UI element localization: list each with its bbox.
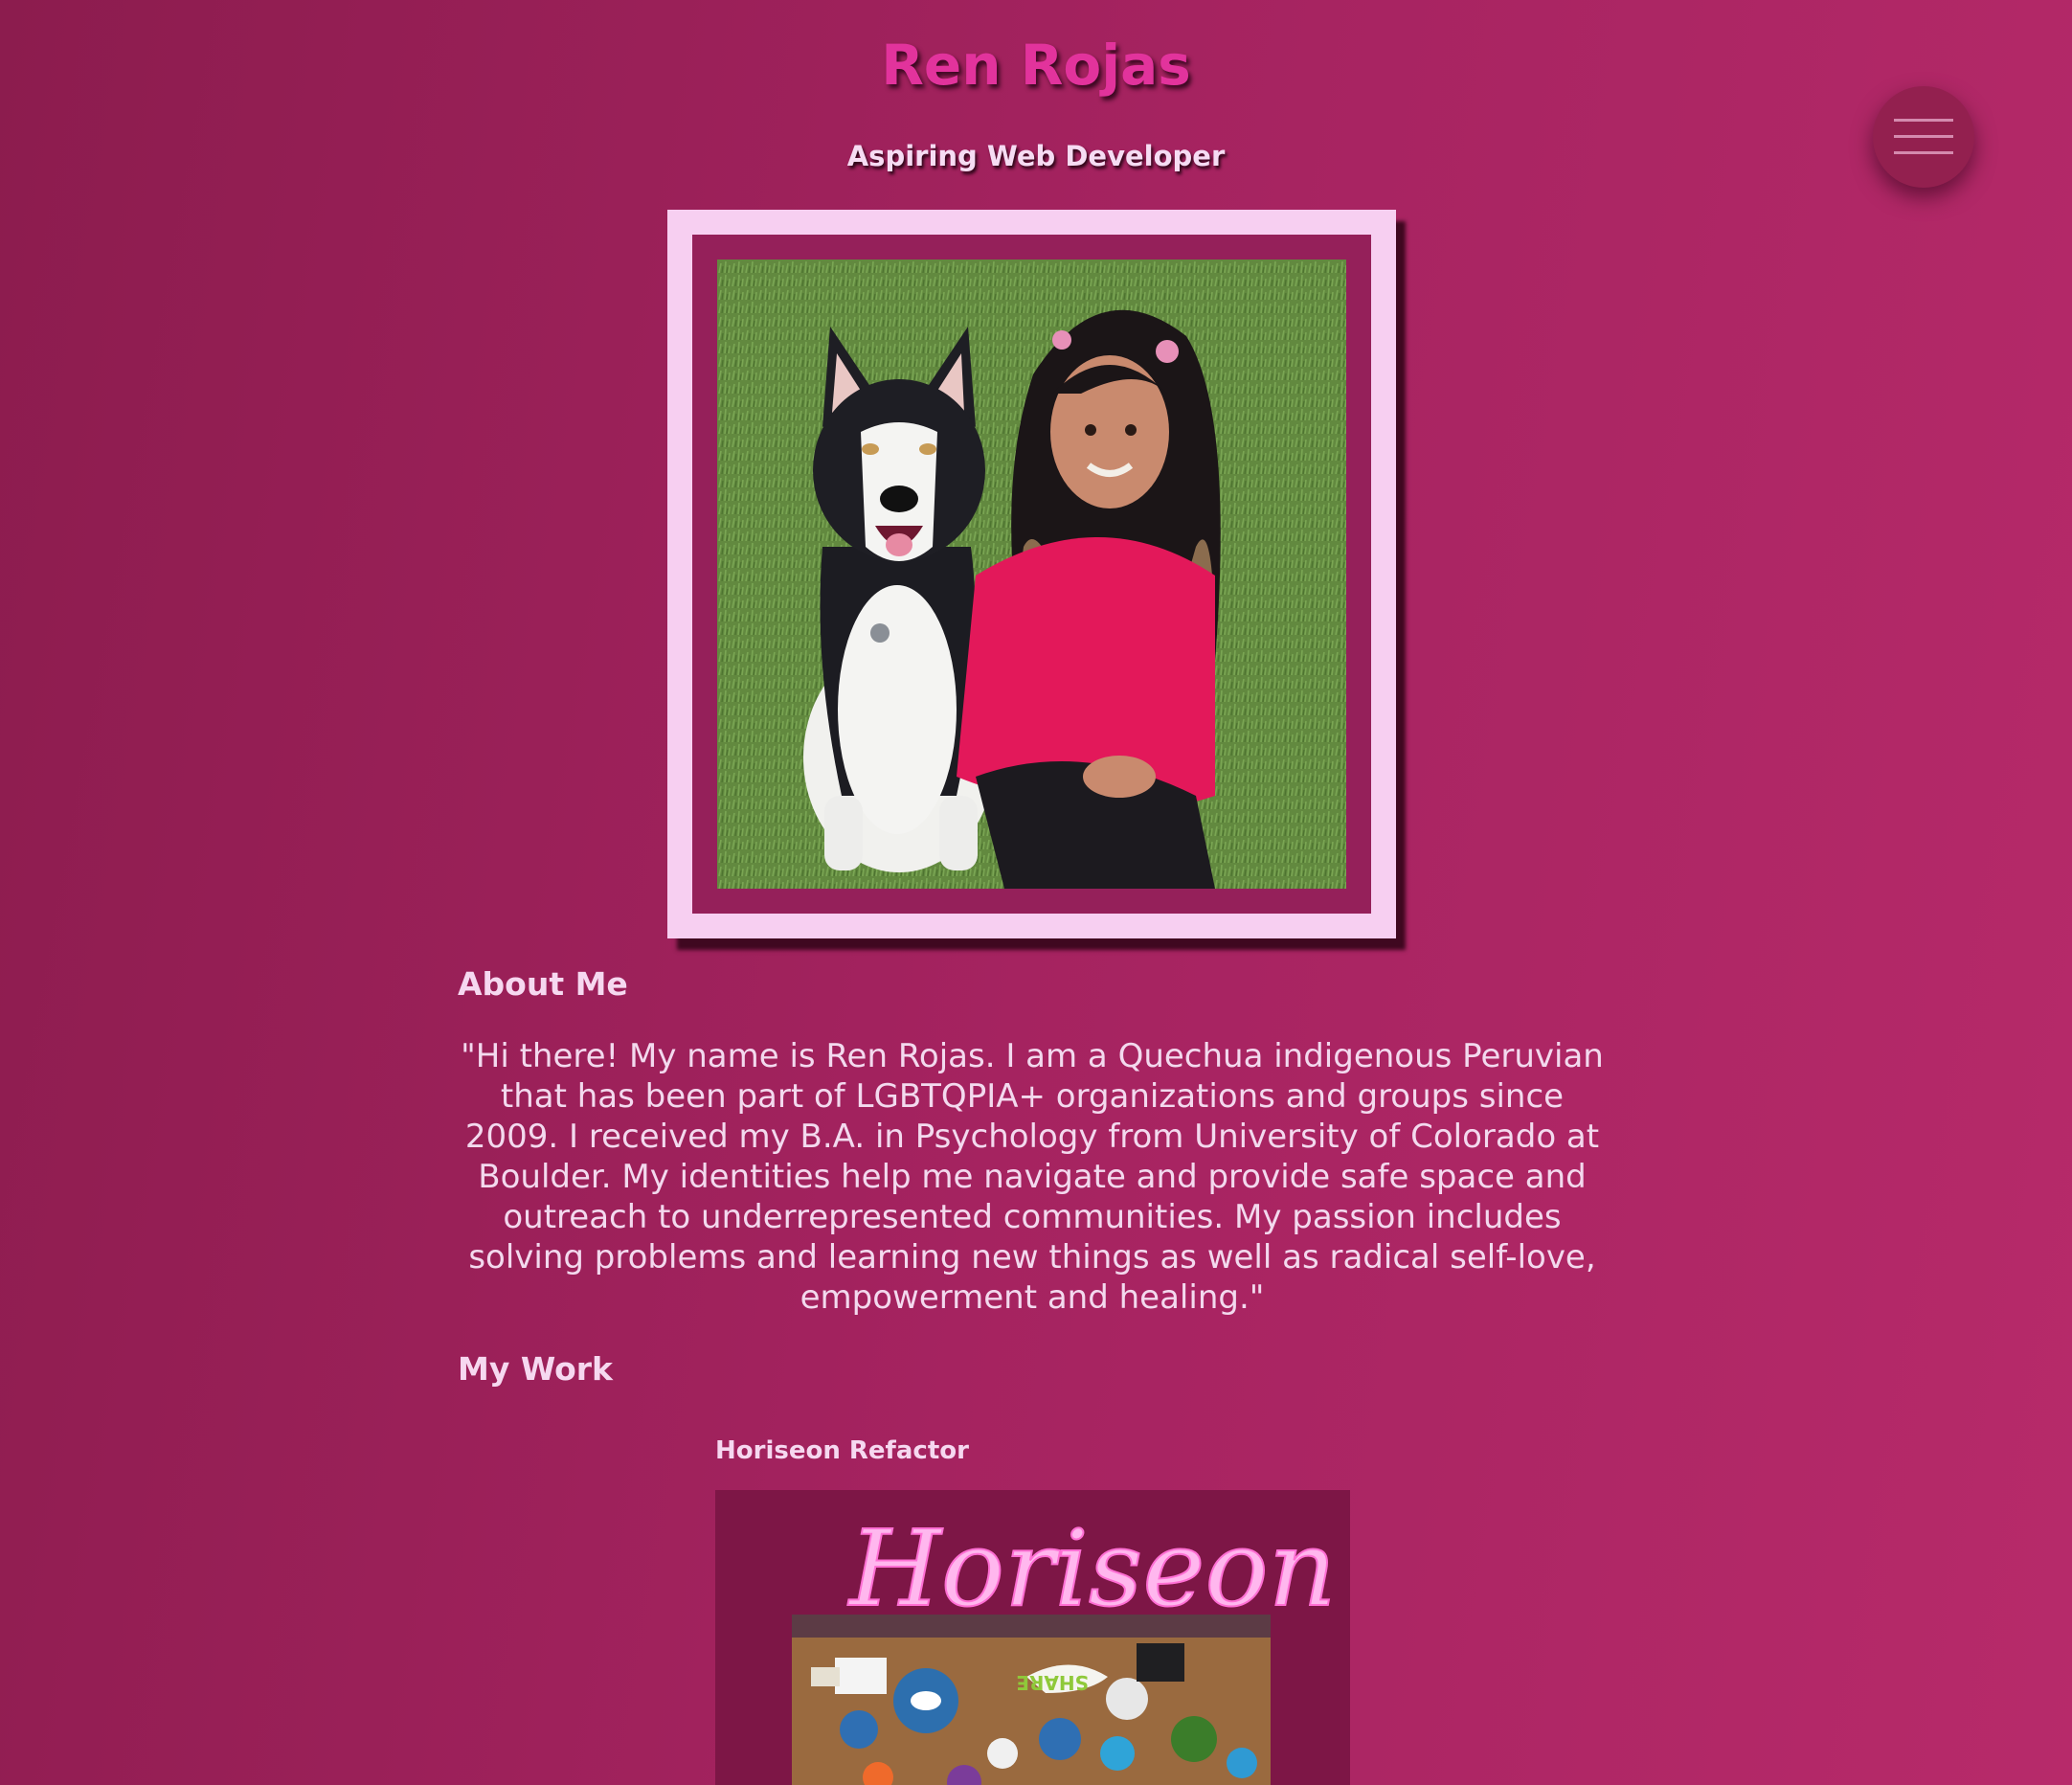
menu-button[interactable] bbox=[1873, 86, 1974, 188]
dog-figure bbox=[803, 327, 995, 872]
project-title[interactable]: Horiseon Refactor bbox=[715, 1436, 969, 1465]
profile-photo bbox=[717, 260, 1346, 889]
about-text: "Hi there! My name is Ren Rojas. I am a … bbox=[461, 1037, 1604, 1317]
page-title: Ren Rojas bbox=[881, 33, 1191, 98]
profile-photo-frame bbox=[667, 210, 1396, 938]
profile-photo-mat bbox=[692, 235, 1371, 914]
horiseon-logo-text: Horiseon bbox=[847, 1507, 1337, 1630]
page-subtitle: Aspiring Web Developer bbox=[846, 140, 1226, 172]
project-card-horiseon[interactable]: SHARE Horiseon bbox=[715, 1490, 1350, 1785]
project-screenshot: SHARE Horiseon bbox=[715, 1490, 1350, 1785]
share-sign-text: SHARE bbox=[1016, 1671, 1089, 1694]
about-heading: About Me bbox=[458, 965, 628, 1003]
work-heading: My Work bbox=[458, 1350, 613, 1388]
